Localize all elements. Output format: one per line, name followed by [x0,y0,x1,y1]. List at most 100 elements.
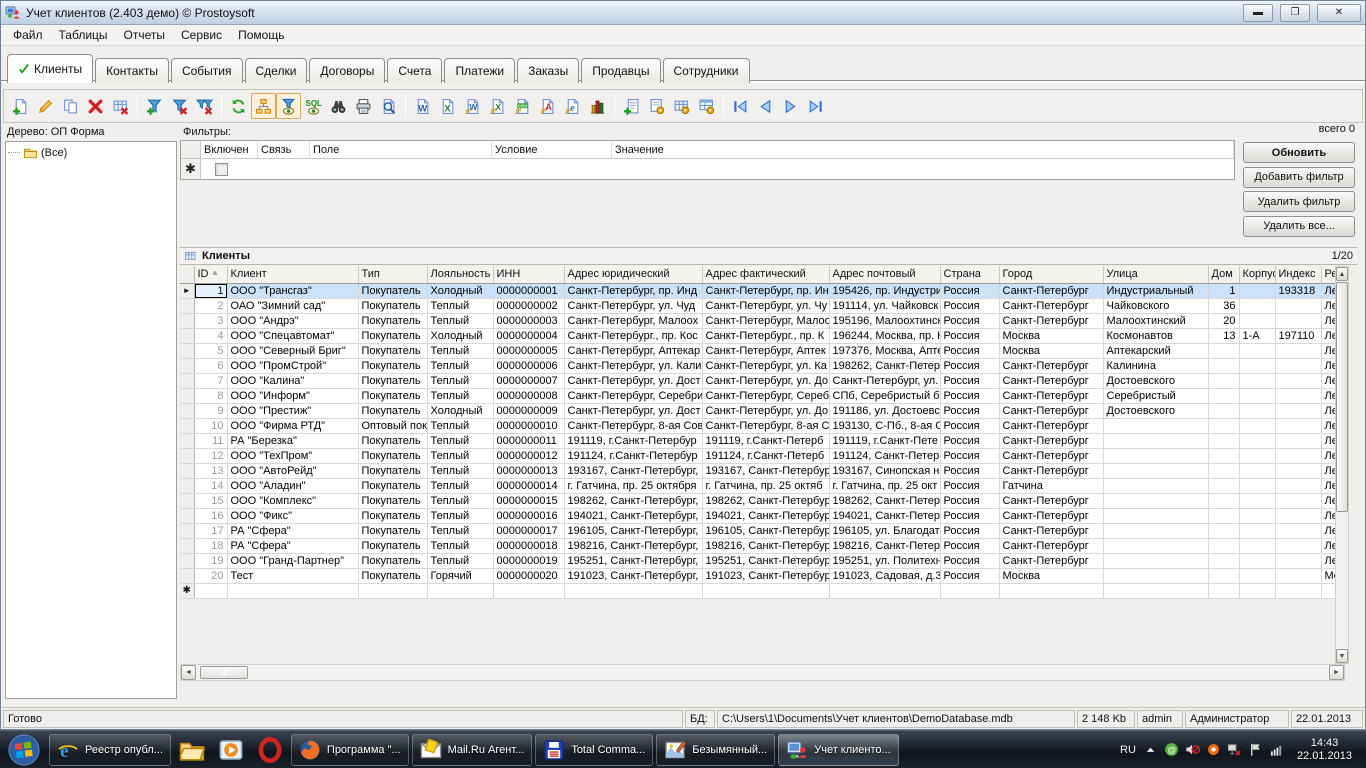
cell[interactable]: Россия [940,463,999,478]
cell[interactable]: Достоевского [1103,373,1208,388]
cell[interactable]: Россия [940,388,999,403]
cell[interactable]: 195426, пр. Индустри [829,283,940,298]
cell[interactable]: Санкт-Петербург [999,373,1103,388]
column-header-3[interactable]: Лояльность [427,266,493,283]
table-row[interactable]: ►1ООО "Трансгаз"ПокупательХолодный000000… [180,283,1345,298]
tab-contacts[interactable]: Контакты [95,58,169,83]
cell[interactable] [1239,373,1275,388]
column-header-8[interactable]: Страна [940,266,999,283]
cell[interactable]: 20 [1208,313,1239,328]
cell[interactable]: СПб, Серебристый б- [829,388,940,403]
vertical-scrollbar[interactable]: ▲ ▼ [1335,266,1349,664]
cell[interactable] [1275,493,1321,508]
cell[interactable]: Покупатель [358,298,427,313]
cell[interactable]: 197110 [1275,328,1321,343]
cell[interactable] [1275,538,1321,553]
tree-node-all[interactable]: (Все) [6,142,176,160]
language-indicator[interactable]: RU [1120,744,1136,756]
cell[interactable]: г. Гатчина, пр. 25 октяб [702,478,829,493]
cell[interactable]: 0000000014 [493,478,564,493]
cell[interactable]: Теплый [427,358,493,373]
cell[interactable] [1103,508,1208,523]
cell[interactable] [1275,313,1321,328]
cell[interactable]: Россия [940,313,999,328]
cell[interactable] [1239,418,1275,433]
scroll-down-arrow[interactable]: ▼ [1336,649,1348,663]
cell[interactable]: Калинина [1103,358,1208,373]
edit-record-button[interactable] [33,93,58,119]
cell[interactable] [1239,343,1275,358]
menu-help[interactable]: Помощь [230,26,292,44]
cell[interactable]: Санкт-Петербург, ул. Кали [564,358,702,373]
cell[interactable]: Холодный [427,328,493,343]
cell[interactable]: Холодный [427,283,493,298]
excel-template-button[interactable]: X [485,93,510,119]
cell[interactable]: 198262, Санкт-Петер [829,358,940,373]
cell[interactable]: ООО "Калина" [227,373,358,388]
cell[interactable] [1103,463,1208,478]
cell[interactable]: 14 [194,478,227,493]
taskbar-item-firefox[interactable]: Программа "... [291,734,409,766]
cell[interactable]: 193167, Санкт-Петербур [702,463,829,478]
cell[interactable] [1239,388,1275,403]
cell[interactable]: Санкт-Петербург, 8-ая С [702,418,829,433]
cell[interactable] [1208,553,1239,568]
sql-view-button[interactable]: SQL [301,93,326,119]
cell[interactable] [1208,523,1239,538]
column-header-0[interactable]: ID [194,266,227,283]
cell[interactable]: 16 [194,508,227,523]
cell[interactable]: Санкт-Петербург, ул. Дост [564,403,702,418]
delete-record-button[interactable] [83,93,108,119]
cell[interactable]: г. Гатчина, пр. 25 окт [829,478,940,493]
cell[interactable]: Санкт-Петербург, пр. Ин [702,283,829,298]
taskbar-item-paint[interactable]: Безымянный... [656,734,775,766]
cell[interactable]: ООО "Фирма РТД" [227,418,358,433]
cell[interactable]: Теплый [427,313,493,328]
export-pdf-button[interactable]: A [535,93,560,119]
cell[interactable]: Покупатель [358,358,427,373]
cell[interactable]: 195251, ул. Политехн [829,553,940,568]
cell[interactable] [227,583,358,598]
cell[interactable] [1208,568,1239,583]
table-row[interactable]: 13ООО "АвтоРейд"ПокупательТеплый00000000… [180,463,1345,478]
cell[interactable]: Россия [940,358,999,373]
cell[interactable] [1275,433,1321,448]
table-row[interactable]: 17РА "Сфера"ПокупательТеплый000000001719… [180,523,1345,538]
cell[interactable]: 196244, Москва, пр. К [829,328,940,343]
cell[interactable] [194,583,227,598]
export-csv-button[interactable]: CSV [510,93,535,119]
cell[interactable] [1239,508,1275,523]
cell[interactable]: Покупатель [358,448,427,463]
cell[interactable] [702,583,829,598]
cell[interactable]: Санкт-Петербург [999,313,1103,328]
cell[interactable]: Россия [940,478,999,493]
menu-file[interactable]: Файл [5,26,51,44]
cell[interactable]: Гатчина [999,478,1103,493]
column-header-5[interactable]: Адрес юридический [564,266,702,283]
table-row[interactable]: 14ООО "Аладин"ПокупательТеплый0000000014… [180,478,1345,493]
new-record-row[interactable]: ✱ [180,583,1345,598]
cell[interactable]: 197376, Москва, Апте [829,343,940,358]
cell[interactable]: Покупатель [358,478,427,493]
cell[interactable]: Санкт-Петербург [999,358,1103,373]
cell[interactable]: ООО "Гранд-Партнер" [227,553,358,568]
horizontal-scrollbar[interactable]: ◄ ► [180,664,1345,681]
cell[interactable]: Россия [940,448,999,463]
tab-clients[interactable]: Клиенты [7,54,93,83]
cell[interactable]: 198262, Санкт-Петер [829,493,940,508]
start-button[interactable] [2,732,46,768]
tab-contracts[interactable]: Договоры [309,58,385,83]
cell[interactable]: 194021, Санкт-Петер [829,508,940,523]
cell[interactable]: Санкт-Петербург [999,388,1103,403]
nav-next-button[interactable] [778,93,803,119]
cell[interactable]: Москва [999,328,1103,343]
add-subtable-record-button[interactable] [619,93,644,119]
cell[interactable]: 20 [194,568,227,583]
cell[interactable] [1103,523,1208,538]
nav-first-button[interactable] [728,93,753,119]
cell[interactable]: ОАО "Зимний сад" [227,298,358,313]
cell[interactable]: 11 [194,433,227,448]
taskbar-item-totalcmd[interactable]: Total Comma... [535,734,653,766]
delete-filter-button[interactable] [167,93,192,119]
cell[interactable]: 2 [194,298,227,313]
